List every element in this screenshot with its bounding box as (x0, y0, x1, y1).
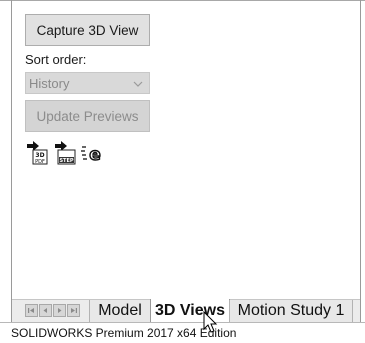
update-previews-button[interactable]: Update Previews (25, 100, 150, 132)
prev-tab-scroll-button[interactable] (39, 304, 52, 317)
sort-order-value: History (29, 76, 70, 91)
svg-text:e: e (89, 145, 101, 165)
svg-text:PDF: PDF (35, 159, 45, 165)
publish-3d-pdf-icon[interactable]: 3D PDF (26, 141, 48, 165)
svg-text:3D: 3D (35, 152, 44, 159)
chevron-left-icon (43, 308, 47, 313)
sort-order-select[interactable]: History (25, 72, 150, 94)
skip-forward-icon (71, 308, 77, 313)
tab-motion-study-1[interactable]: Motion Study 1 (229, 300, 353, 322)
first-tab-scroll-button[interactable] (25, 304, 38, 317)
tab-model[interactable]: Model (89, 300, 151, 322)
svg-text:STEP: STEP (59, 158, 73, 164)
sort-order-label: Sort order: (25, 52, 87, 67)
skip-back-icon (28, 308, 34, 313)
status-bar: SOLIDWORKS Premium 2017 x64 Edition (0, 322, 365, 343)
publish-edrawings-icon[interactable]: e (81, 141, 103, 166)
chevron-right-icon (58, 308, 62, 313)
chevron-down-icon (133, 77, 143, 92)
window-right-border (360, 0, 361, 322)
publish-step-icon[interactable]: STEP (54, 141, 76, 165)
capture-3d-view-button[interactable]: Capture 3D View (25, 14, 150, 46)
3d-views-panel: Capture 3D View Sort order: History Upda… (12, 1, 360, 299)
last-tab-scroll-button[interactable] (67, 304, 80, 317)
next-tab-scroll-button[interactable] (53, 304, 66, 317)
mouse-cursor-icon (203, 311, 218, 333)
